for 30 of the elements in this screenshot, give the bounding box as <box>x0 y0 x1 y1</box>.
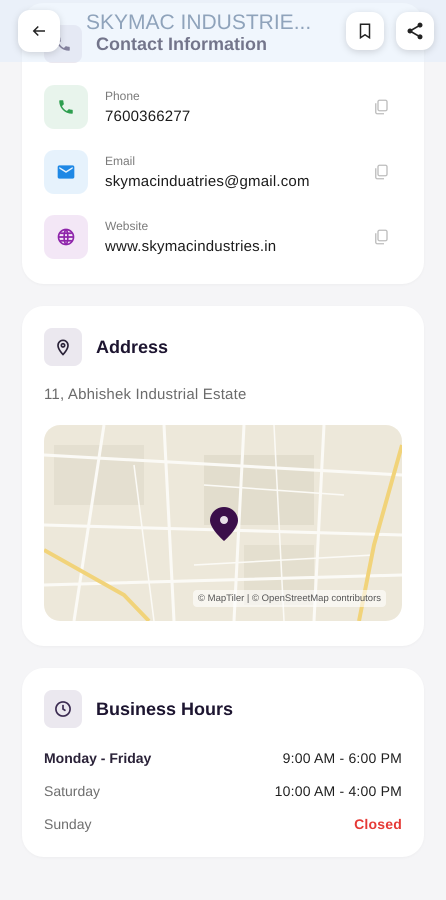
bookmark-button[interactable] <box>346 12 384 50</box>
contact-value: www.skymacindustries.in <box>105 238 278 255</box>
contact-value: 7600366277 <box>105 108 192 125</box>
day-label: Monday - Friday <box>44 750 152 766</box>
day-label: Saturday <box>44 783 100 799</box>
contact-value: skymacinduatries@gmail.com <box>105 173 311 190</box>
contact-label: Website <box>105 219 150 233</box>
card-title: Business Hours <box>96 698 234 720</box>
back-button[interactable] <box>18 10 60 52</box>
clock-icon <box>44 690 82 728</box>
hours-text: Closed <box>354 816 402 832</box>
copy-icon <box>372 98 390 116</box>
copy-icon <box>372 228 390 246</box>
card-title: Contact Information <box>96 34 267 54</box>
contact-label: Email <box>105 154 136 168</box>
copy-icon <box>372 163 390 181</box>
location-icon <box>44 328 82 366</box>
hours-text: 9:00 AM - 6:00 PM <box>282 750 402 766</box>
globe-icon <box>56 227 76 247</box>
card-title: Address <box>96 336 168 358</box>
page-title: SKYMAC INDUSTRIE... <box>86 12 312 32</box>
share-icon <box>405 21 425 41</box>
day-label: Sunday <box>44 816 92 832</box>
address-text: 11, Abhishek Industrial Estate <box>44 386 248 403</box>
map-attribution: © MapTiler | © OpenStreetMap contributors <box>193 590 386 607</box>
hours-text: 10:00 AM - 4:00 PM <box>274 783 402 799</box>
share-button[interactable] <box>396 12 434 50</box>
contact-label: Phone <box>105 89 141 103</box>
map-pin-icon <box>210 507 238 541</box>
phone-icon <box>57 98 75 116</box>
